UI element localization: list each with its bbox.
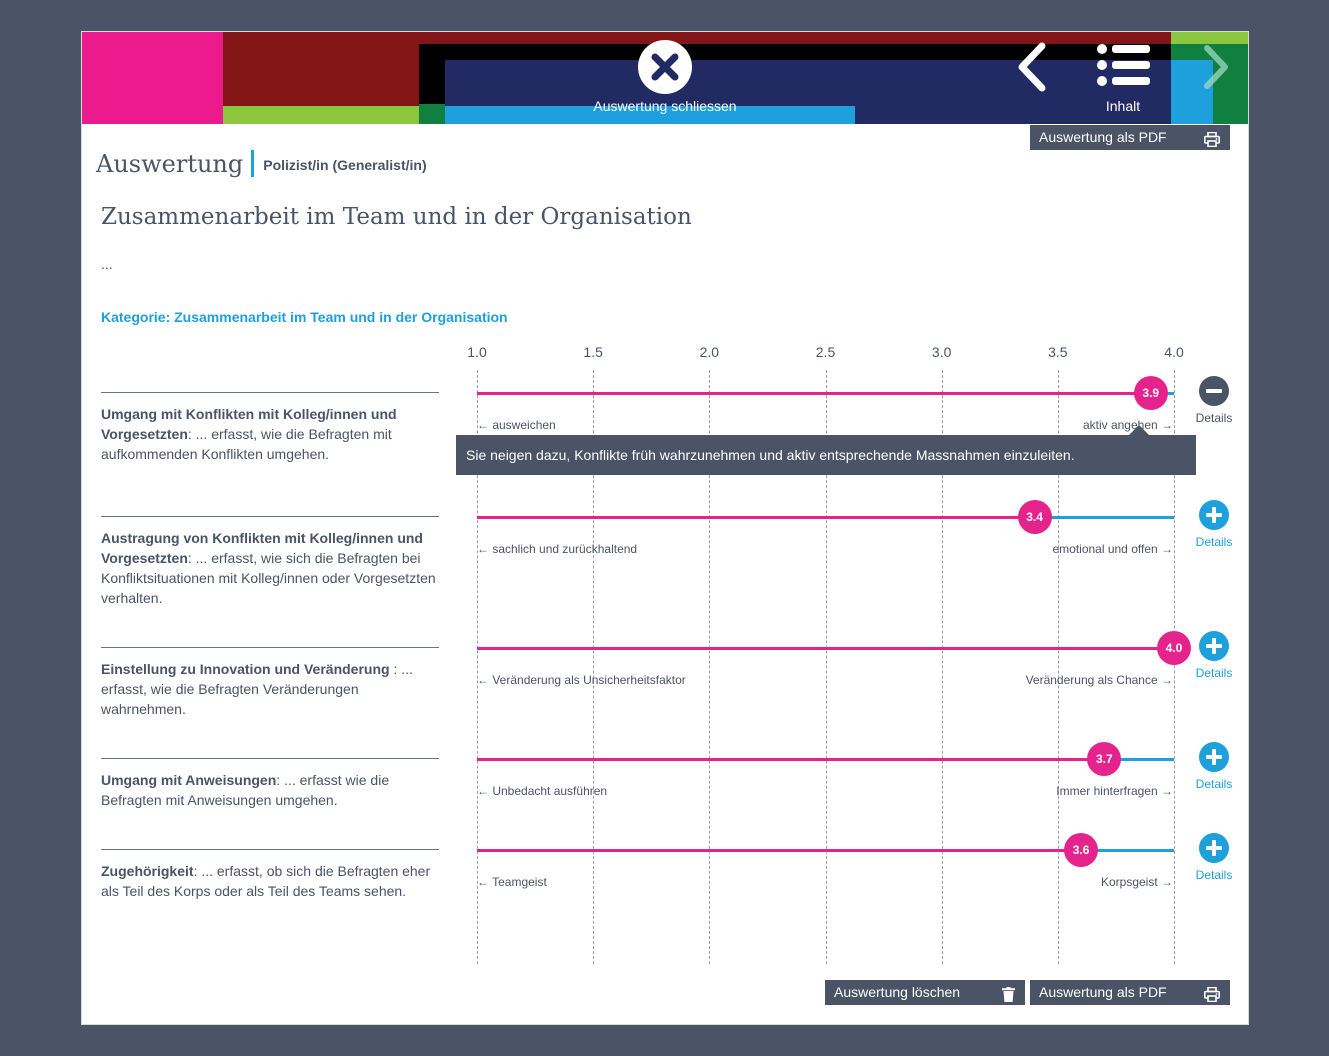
item-divider [101,392,439,393]
item-description: Umgang mit Konflikten mit Kolleg/innen u… [101,404,439,464]
right-pole-label: Veränderung als Chance → [1025,673,1173,687]
chevron-right-icon [1204,45,1228,89]
pdf-export-button-top[interactable]: Auswertung als PDF [1030,125,1230,150]
close-icon [638,40,692,94]
score-bar [477,392,1151,395]
plus-circle-icon [1199,631,1229,661]
header-banner: Auswertung schliessen Inhalt [82,32,1248,124]
item-name: Einstellung zu Innovation und Veränderun… [101,661,390,677]
item-divider [101,516,439,517]
right-pole-label: Immer hinterfragen → [1056,784,1173,798]
details-label: Details [1195,777,1233,791]
section-intro: ... [101,256,113,272]
plus-circle-icon [1199,500,1229,530]
details-tooltip: Sie neigen dazu, Konflikte früh wahrzune… [456,435,1196,475]
scale-tick-label: 1.5 [583,344,603,360]
previous-button[interactable] [1010,42,1056,92]
contents-label: Inhalt [1105,98,1141,114]
evaluation-window: Auswertung schliessen Inhalt Auswertung [81,31,1249,1025]
score-value-bubble: 3.4 [1017,500,1052,534]
details-toggle-button[interactable]: Details [1189,742,1239,792]
details-label: Details [1195,535,1233,549]
trash-icon [1002,985,1015,1010]
plus-circle-icon [1199,833,1229,863]
plus-circle-icon [1199,742,1229,772]
left-pole-label: ← Unbedacht ausführen [477,784,608,798]
category-heading: Kategorie: Zusammenarbeit im Team und in… [101,309,508,325]
page-title-row: Auswertung Polizist/in (Generalist/in) [96,150,427,178]
left-pole-label: ← Teamgeist [477,875,547,889]
pdf-export-button-bottom[interactable]: Auswertung als PDF [1030,980,1230,1005]
scale-tick-label: 2.0 [699,344,720,360]
item-description: Zugehörigkeit: ... erfasst, ob sich die … [101,861,439,901]
item-description: Umgang mit Anweisungen: ... erfasst wie … [101,770,439,810]
minus-circle-icon [1199,376,1229,406]
right-pole-label: emotional und offen → [1052,542,1173,556]
right-pole-label: Korpsgeist → [1100,875,1173,889]
pdf-export-label: Auswertung als PDF [1039,984,1167,1000]
scale-tick-label: 2.5 [815,344,836,360]
item-name: Zugehörigkeit [101,863,194,879]
details-label: Details [1195,868,1233,882]
contents-button[interactable]: Inhalt [1094,44,1152,114]
item-description: Einstellung zu Innovation und Veränderun… [101,659,439,719]
list-icon [1097,44,1150,86]
details-toggle-button[interactable]: Details [1189,631,1239,681]
page-subtitle: Polizist/in (Generalist/in) [263,157,427,173]
banner-block-green [223,106,423,124]
banner-block-pink [82,32,223,124]
details-toggle-button[interactable]: Details [1189,833,1239,883]
delete-evaluation-label: Auswertung löschen [834,984,961,1000]
left-pole-label: ← Veränderung als Unsicherheitsfaktor [477,673,686,687]
close-evaluation-label: Auswertung schliessen [593,98,737,114]
score-value-bubble: 3.7 [1087,742,1122,776]
printer-icon [1204,985,1220,1010]
title-divider [251,150,255,177]
details-toggle-button[interactable]: Details [1189,376,1239,426]
item-divider [101,758,439,759]
scale-tick-label: 3.5 [1048,344,1068,360]
item-description: Austragung von Konflikten mit Kolleg/inn… [101,528,439,608]
delete-evaluation-button[interactable]: Auswertung löschen [825,980,1025,1005]
item-name: Umgang mit Anweisungen [101,772,277,788]
chevron-left-icon [1018,42,1046,92]
next-button[interactable] [1193,42,1239,92]
score-bar [477,849,1082,852]
pdf-export-label: Auswertung als PDF [1039,129,1167,145]
left-pole-label: ← ausweichen [477,418,556,432]
page-title: Auswertung [96,150,244,178]
score-bar [477,516,1035,519]
score-value-bubble: 3.6 [1064,833,1099,867]
left-pole-label: ← sachlich und zurückhaltend [477,542,638,556]
scale-tick-label: 3.0 [931,344,952,360]
scale-tick-label: 1.0 [467,344,487,360]
item-divider [101,647,439,648]
printer-icon [1204,130,1220,155]
close-evaluation-button[interactable]: Auswertung schliessen [582,40,748,114]
section-title: Zusammenarbeit im Team und in der Organi… [101,204,692,230]
score-value-bubble: 4.0 [1157,631,1191,665]
details-label: Details [1195,666,1233,680]
score-bar [477,647,1174,650]
item-divider [101,849,439,850]
score-value-bubble: 3.9 [1133,376,1168,410]
details-toggle-button[interactable]: Details [1189,500,1239,550]
score-bar [477,758,1105,761]
scale-tick-label: 4.0 [1164,344,1184,360]
details-label: Details [1195,411,1233,425]
